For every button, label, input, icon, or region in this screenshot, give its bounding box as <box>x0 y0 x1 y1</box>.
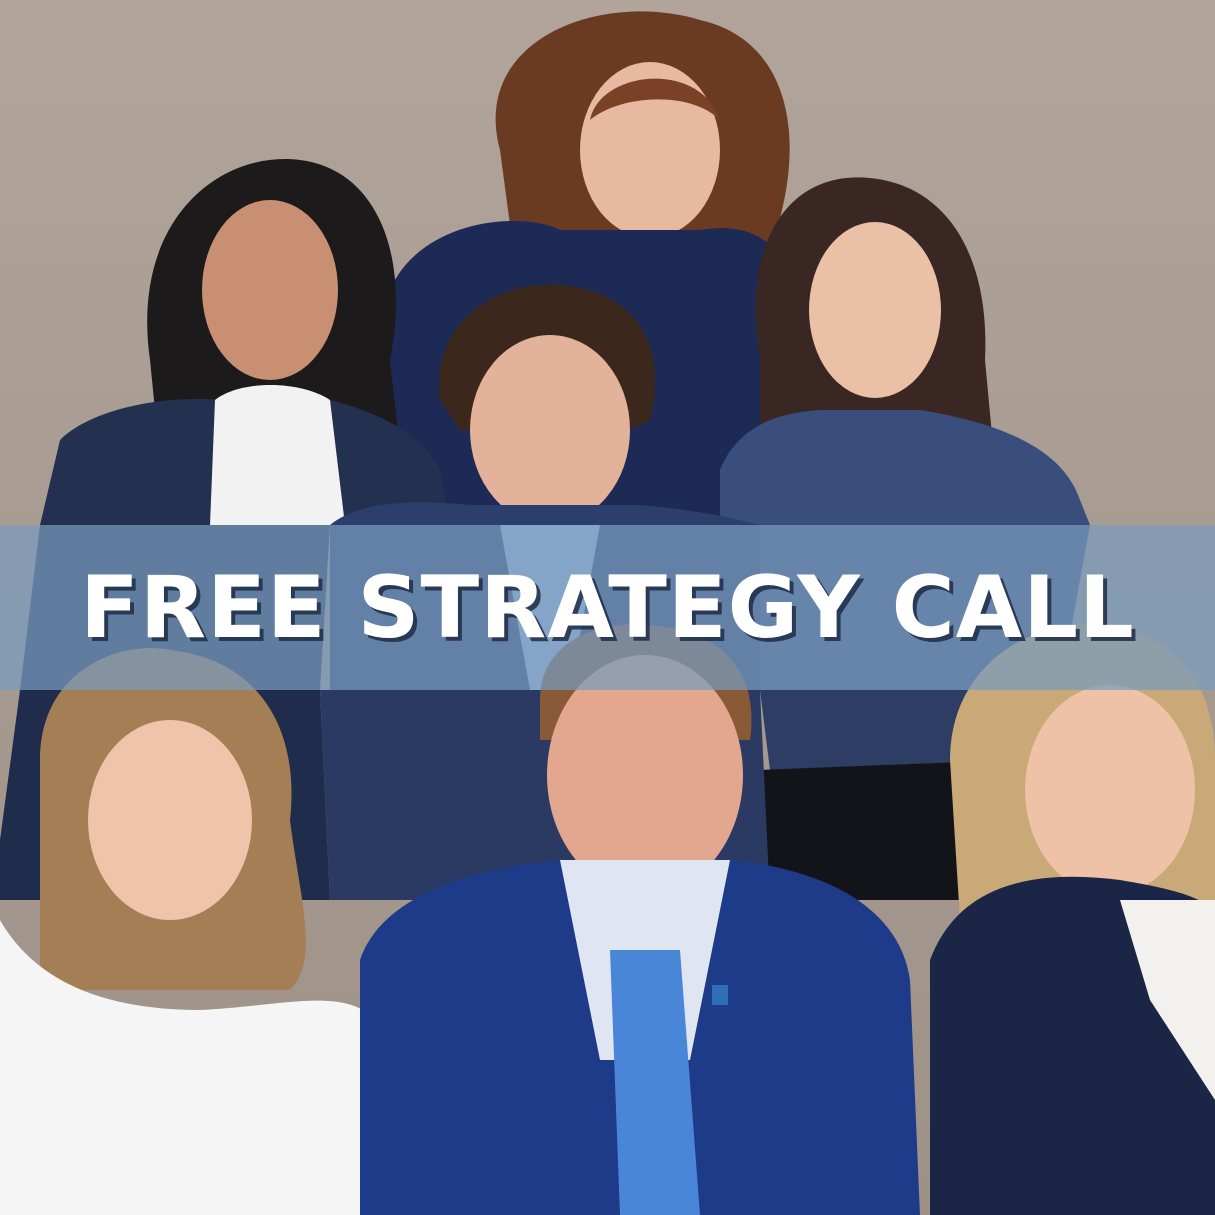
promo-image: FREE STRATEGY CALL <box>0 0 1215 1215</box>
cta-banner-text: FREE STRATEGY CALL <box>80 557 1135 658</box>
person-bottom-right <box>930 623 1215 1215</box>
cta-banner[interactable]: FREE STRATEGY CALL <box>0 525 1215 690</box>
